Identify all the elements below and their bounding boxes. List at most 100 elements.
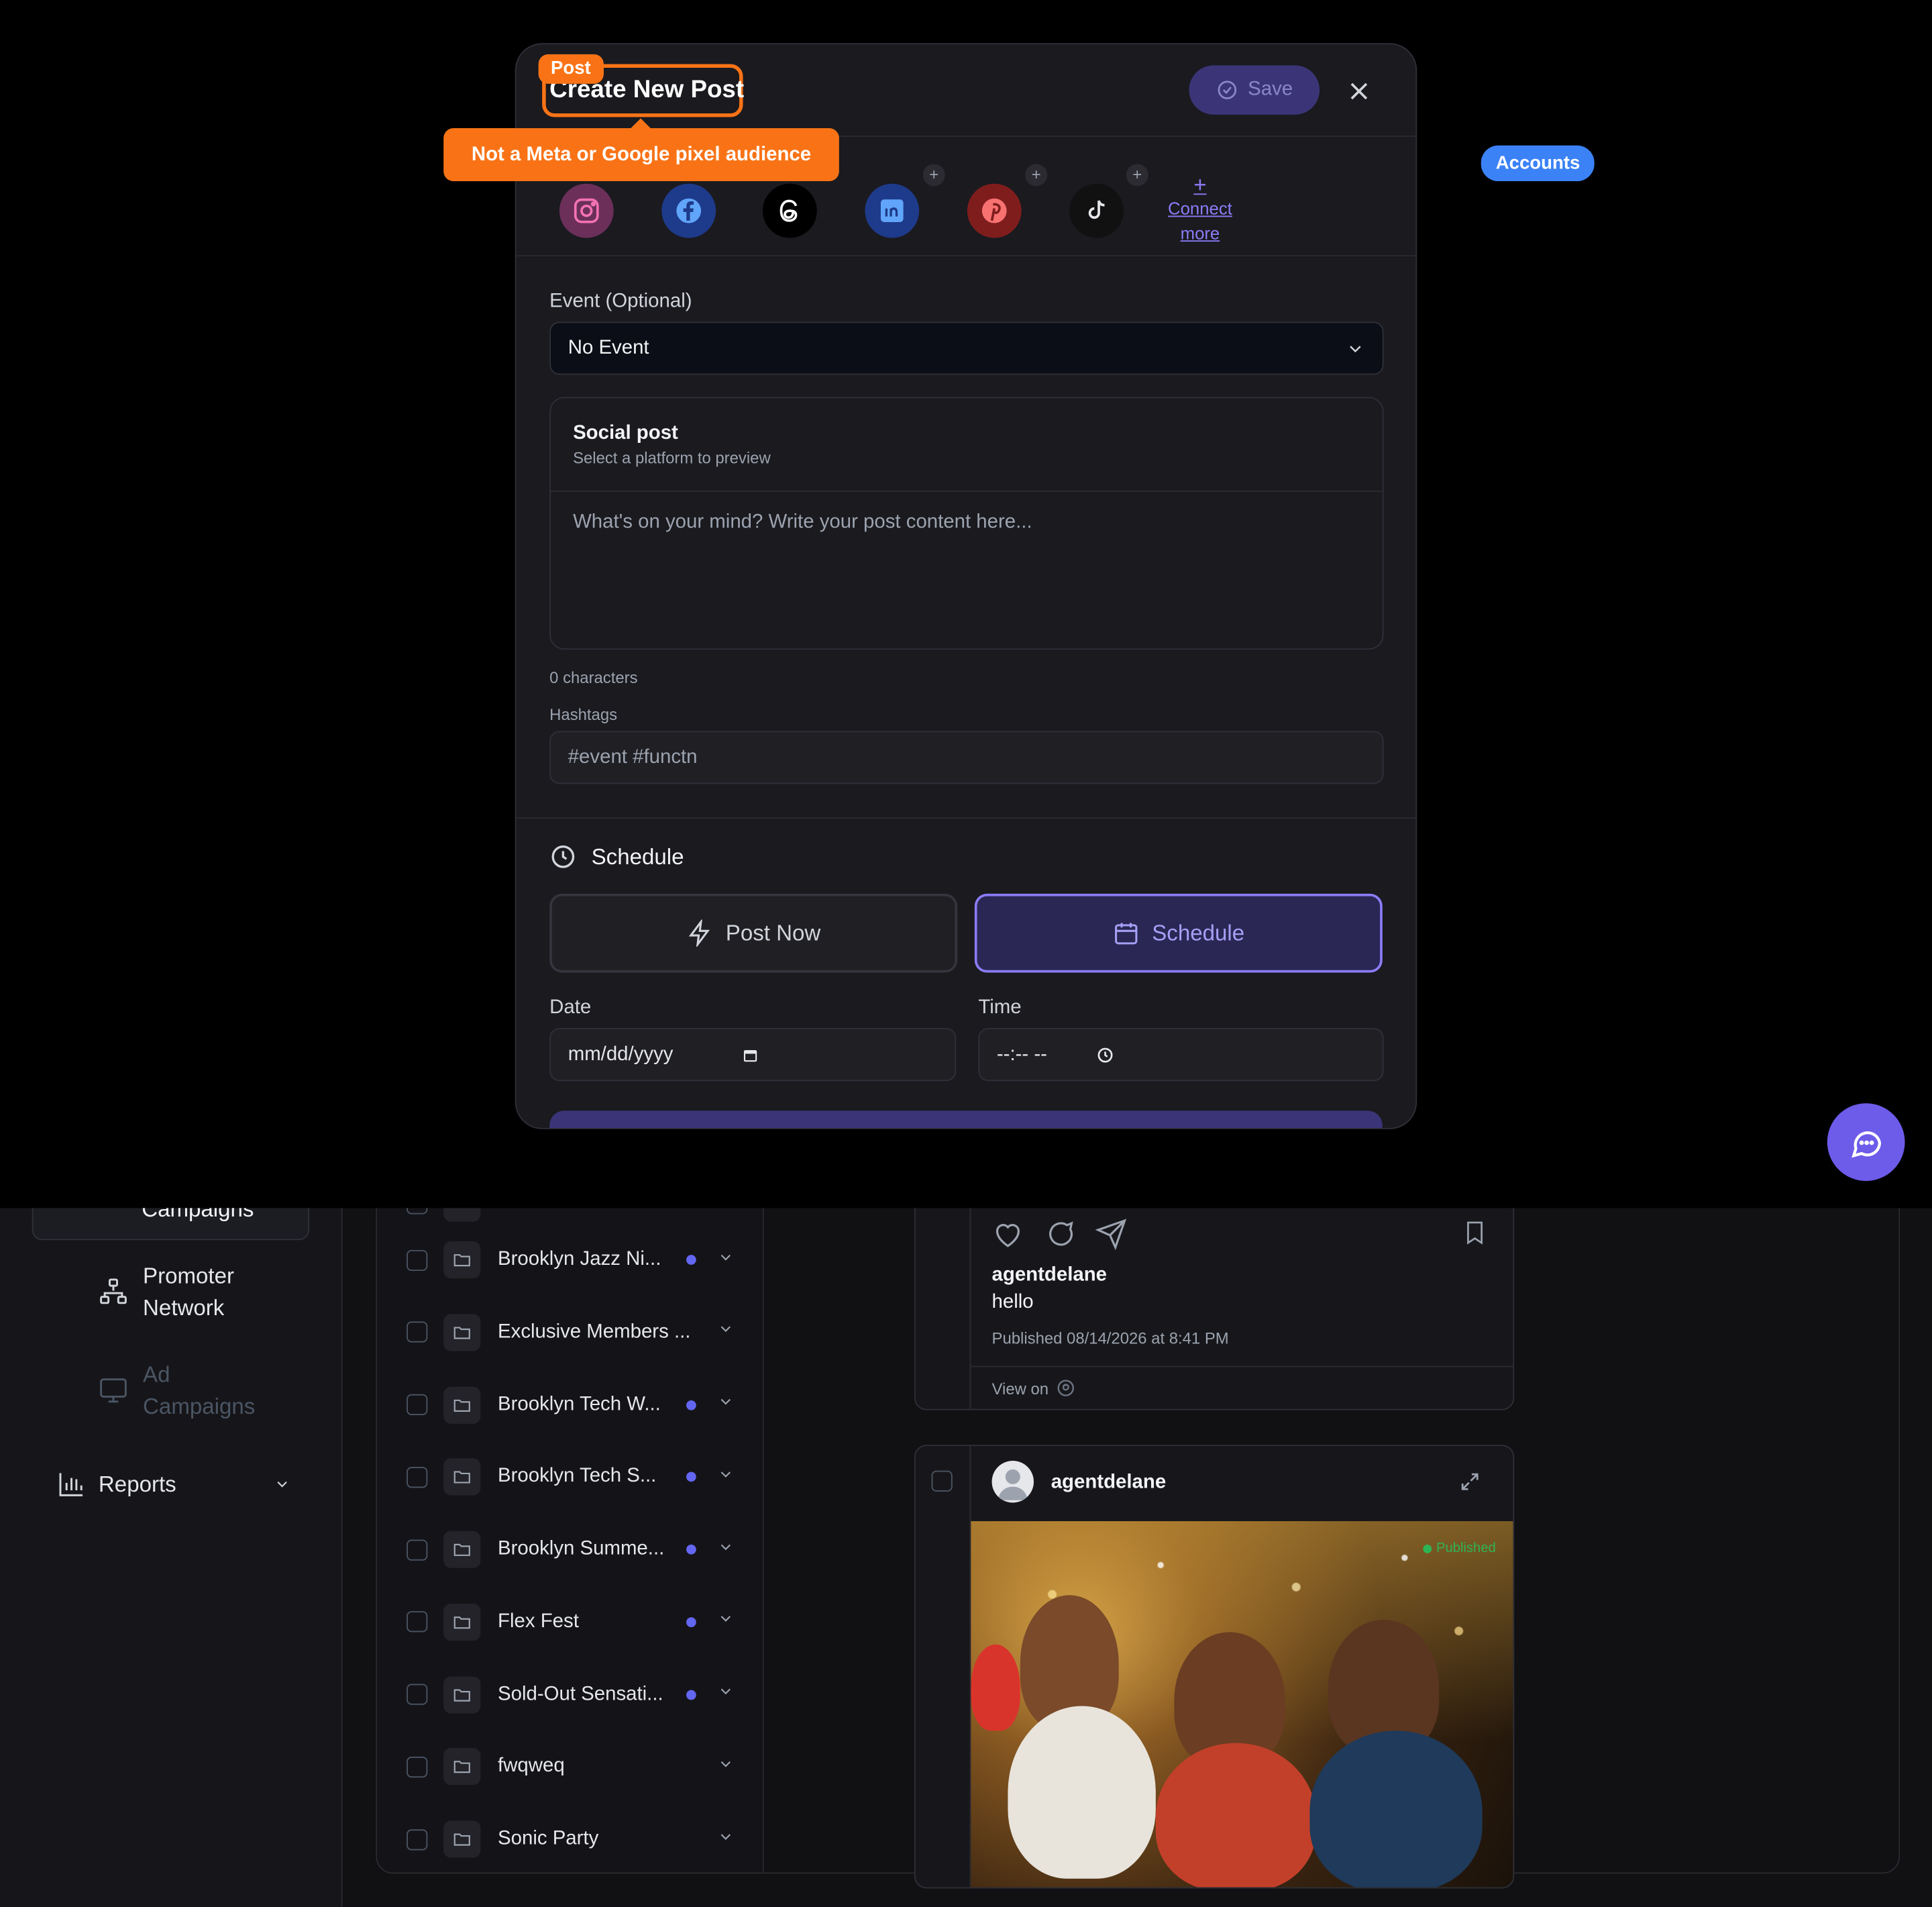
event-name: Sonic Party [498,1828,599,1849]
connect-more-link[interactable]: + Connect more [1157,174,1244,246]
folder-icon [443,1241,481,1279]
row-checkbox[interactable] [407,1611,428,1633]
post-actions [992,1218,1128,1250]
monitor-icon [100,1378,127,1403]
folder-icon [443,1603,481,1641]
audience-tooltip: Not a Meta or Google pixel audience [443,118,839,182]
threads-icon [780,199,798,222]
event-list: Brooklyn Jazz Ni... Exclusive Members ...… [376,1184,765,1874]
folder-icon [443,1458,481,1496]
screen: Campaigns Promoter Network Ad Campaigns … [0,0,1932,1907]
post-image[interactable]: Published [971,1521,1513,1888]
chevron-down-icon[interactable] [717,1393,735,1416]
sidebar-item-label: Reports [98,1471,176,1496]
chevron-down-icon[interactable] [717,1610,735,1634]
chevron-down-icon[interactable] [717,1755,735,1779]
sidebar-item-promoter-network[interactable]: Promoter Network [99,1260,234,1325]
post-username: agentdelane [991,1264,1108,1286]
date-input[interactable]: mm/dd/yyyy [549,1028,957,1082]
chat-icon [1851,1131,1881,1157]
list-item[interactable]: Sonic Party [377,1814,765,1863]
post-username: agentdelane [1051,1472,1167,1493]
account-tiktok[interactable] [1069,183,1124,238]
event-name: Sold-Out Sensati... [498,1683,663,1704]
status-dot [686,1255,696,1265]
list-item[interactable]: fwqweq [377,1742,765,1791]
chevron-down-icon[interactable] [717,1683,735,1706]
row-checkbox[interactable] [407,1539,428,1560]
social-post-title: Social post [573,423,678,444]
expand-icon[interactable] [1459,1471,1481,1493]
list-item[interactable]: Flex Fest [377,1597,765,1646]
folder-icon [443,1531,481,1568]
add-account-icon[interactable]: + [1025,164,1048,187]
folder-icon [443,1820,481,1858]
list-item[interactable]: Brooklyn Summe... [377,1525,765,1574]
list-item[interactable]: Brooklyn Jazz Ni... [377,1235,765,1284]
list-item[interactable]: Brooklyn Tech S... [377,1453,765,1502]
schedule-heading: Schedule [591,843,684,869]
chevron-down-icon[interactable] [717,1248,735,1272]
folder-icon [443,1313,481,1351]
row-checkbox[interactable] [407,1756,428,1777]
pinterest-icon [981,198,1007,223]
list-item[interactable]: Brooklyn Tech W... [377,1380,765,1429]
list-item[interactable]: Sold-Out Sensati... [377,1669,765,1718]
character-count: 0 characters [549,668,638,687]
event-select[interactable]: No Event [549,321,1384,375]
post-now-button[interactable]: Post Now [549,893,958,973]
clock-icon [1097,1047,1113,1062]
lightning-icon [688,919,710,947]
calendar-icon [744,1049,757,1062]
hashtags-input[interactable] [549,731,1384,784]
create-post-modal: Create New Post Save + + + + Connect mor… [515,43,1417,1129]
row-checkbox[interactable] [407,1394,428,1415]
event-name: Brooklyn Jazz Ni... [498,1248,661,1270]
close-icon[interactable] [1344,76,1374,106]
event-name: Brooklyn Tech W... [498,1393,661,1415]
send-icon[interactable] [1095,1218,1128,1250]
chevron-down-icon[interactable] [717,1321,735,1344]
chevron-down-icon[interactable] [717,1465,735,1489]
chat-button[interactable] [1827,1103,1905,1181]
schedule-button[interactable]: Schedule [974,893,1383,973]
view-on-link[interactable]: View on [992,1378,1076,1398]
event-label: Event (Optional) [549,291,692,312]
instagram-icon [574,198,599,223]
account-pinterest[interactable] [967,183,1022,238]
event-name: Brooklyn Tech S... [498,1465,657,1488]
post-card: agentdelane hello Published 08/14/2026 a… [914,1183,1515,1410]
row-checkbox[interactable] [407,1249,428,1271]
network-icon [100,1278,127,1304]
sidebar-item-label: Ad Campaigns [143,1361,256,1419]
row-checkbox[interactable] [407,1321,428,1343]
folder-icon [443,1676,481,1713]
date-label: Date [549,997,592,1019]
list-item[interactable]: Exclusive Members ... [377,1308,765,1357]
heart-icon[interactable] [992,1218,1024,1250]
add-account-icon[interactable]: + [922,164,945,187]
account-instagram[interactable] [559,183,614,238]
post-tag: Post [538,54,604,84]
row-checkbox[interactable] [407,1466,428,1488]
account-facebook[interactable] [661,183,716,238]
post-checkbox[interactable] [931,1470,953,1492]
comment-icon[interactable] [1044,1218,1076,1250]
post-content-input[interactable] [573,511,1362,630]
account-threads[interactable] [762,183,817,238]
add-account-icon[interactable]: + [1126,164,1148,187]
threads-icon [1057,1380,1075,1396]
chevron-down-icon[interactable] [717,1538,735,1561]
account-linkedin[interactable] [865,183,920,238]
post-card: agentdelane Published [914,1445,1515,1889]
time-input[interactable]: --:-- -- [978,1028,1384,1082]
row-checkbox[interactable] [407,1684,428,1705]
calendar-icon [1115,923,1138,945]
row-checkbox[interactable] [407,1828,428,1850]
chevron-down-icon[interactable] [717,1828,735,1851]
status-dot [686,1616,696,1627]
save-button[interactable]: Save [1189,65,1320,115]
bookmark-icon[interactable] [1461,1218,1488,1247]
submit-button[interactable] [549,1111,1383,1128]
sidebar-item-reports[interactable]: Reports [56,1470,290,1499]
